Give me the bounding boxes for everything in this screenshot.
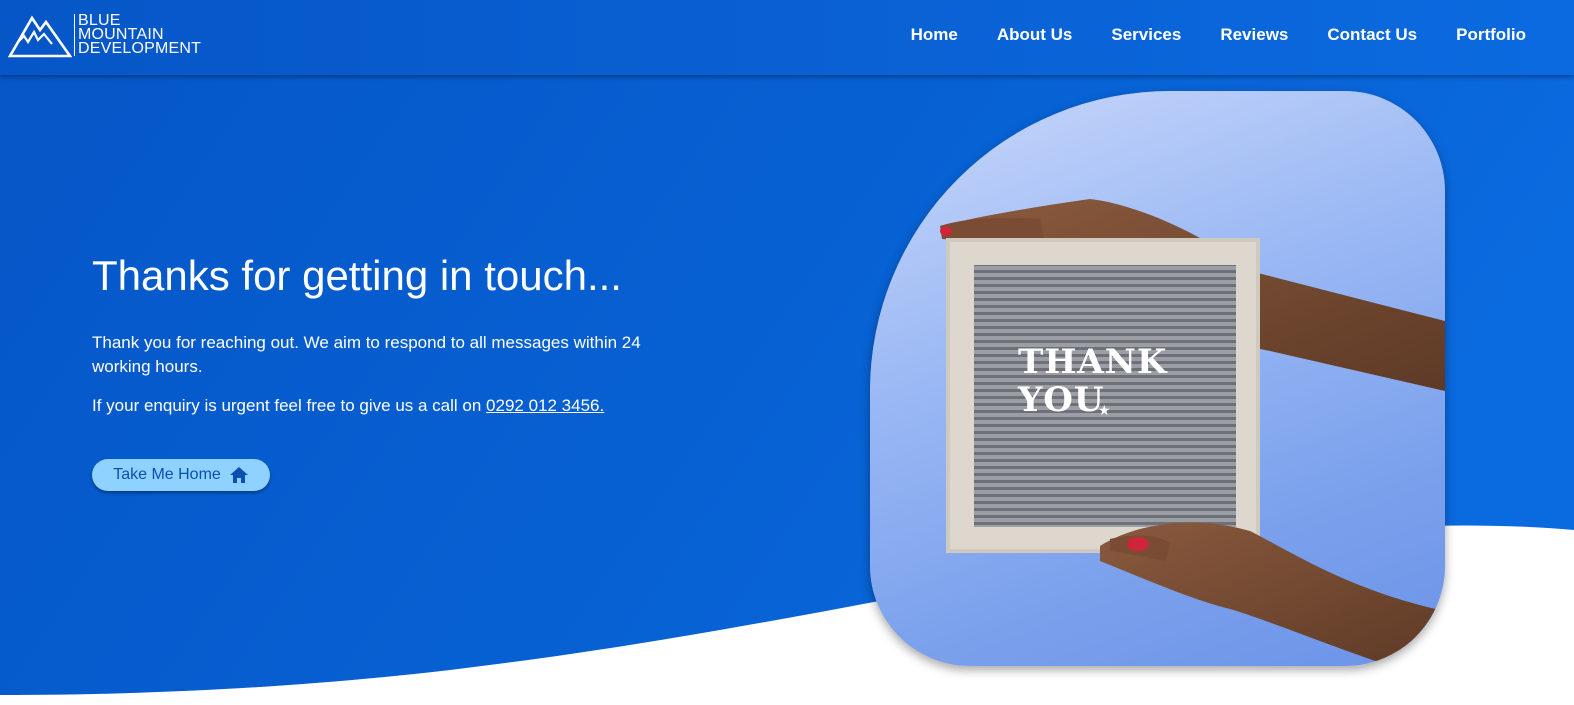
- urgent-enquiry-text: If your enquiry is urgent feel free to g…: [92, 394, 604, 418]
- logo-wordmark: BLUE MOUNTAIN DEVELOPMENT: [74, 13, 202, 57]
- home-icon: [229, 467, 248, 483]
- page: BLUE MOUNTAIN DEVELOPMENT Home About Us …: [0, 0, 1574, 705]
- main-nav: Home About Us Services Reviews Contact U…: [872, 24, 1526, 46]
- thank-you-photo-illustration: THANK YOU ★: [940, 199, 1445, 666]
- nav-contact-us[interactable]: Contact Us: [1327, 24, 1417, 46]
- thank-you-photo: THANK YOU ★: [870, 91, 1445, 666]
- nav-portfolio[interactable]: Portfolio: [1456, 24, 1526, 46]
- site-header: BLUE MOUNTAIN DEVELOPMENT Home About Us …: [0, 0, 1574, 75]
- nav-reviews[interactable]: Reviews: [1220, 24, 1288, 46]
- board-text-thank: THANK: [1018, 342, 1168, 382]
- board-text-you: YOU: [1017, 380, 1105, 420]
- take-me-home-button[interactable]: Take Me Home: [92, 459, 270, 491]
- nav-home[interactable]: Home: [911, 24, 958, 46]
- urgent-enquiry-prefix: If your enquiry is urgent feel free to g…: [92, 396, 487, 415]
- mountain-logo-icon: [8, 15, 72, 58]
- response-time-text: Thank you for reaching out. We aim to re…: [92, 333, 641, 376]
- page-title: Thanks for getting in touch...: [92, 252, 622, 299]
- logo-line-3: DEVELOPMENT: [78, 40, 202, 57]
- phone-link[interactable]: 0292 012 3456.: [486, 396, 604, 415]
- nav-services[interactable]: Services: [1111, 24, 1181, 46]
- site-logo[interactable]: BLUE MOUNTAIN DEVELOPMENT: [8, 12, 201, 58]
- nav-about-us[interactable]: About Us: [997, 24, 1073, 46]
- svg-text:★: ★: [1098, 403, 1111, 419]
- take-me-home-label: Take Me Home: [113, 466, 221, 483]
